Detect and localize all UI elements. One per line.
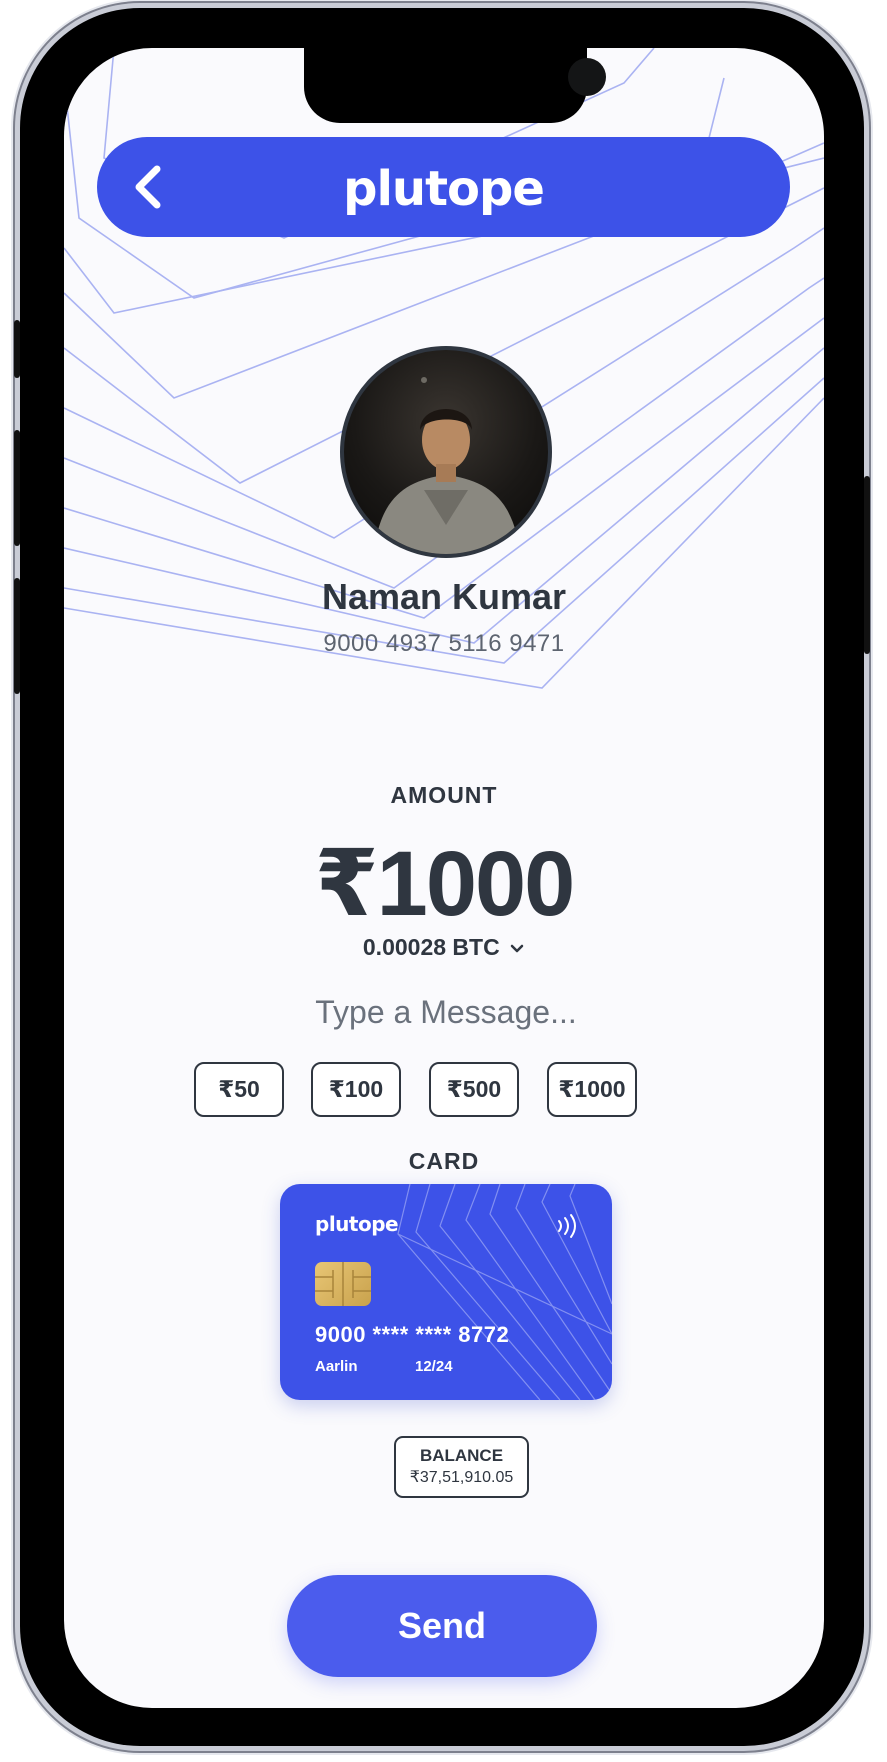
amount-value[interactable]: ₹1000 (64, 830, 824, 937)
contactless-icon (558, 1214, 576, 1238)
send-button[interactable]: Send (287, 1575, 597, 1677)
quick-amount-50[interactable]: ₹50 (194, 1062, 284, 1117)
app-screen: plutope Naman Kumar 9000 4937 5116 9471 … (64, 48, 824, 1708)
message-input[interactable] (194, 986, 698, 1038)
btc-value: 0.00028 BTC (362, 934, 500, 960)
card-label: CARD (408, 1148, 480, 1174)
quick-amount-500[interactable]: ₹500 (429, 1062, 519, 1117)
notch (304, 48, 606, 123)
volume-down-button (14, 578, 20, 694)
btc-conversion-selector[interactable]: 0.00028 BTC (64, 934, 824, 961)
quick-amount-100[interactable]: ₹100 (311, 1062, 401, 1117)
card-expiry: 12/24 (415, 1358, 453, 1375)
payment-card[interactable]: plutope 9000 **** **** 8772 Aarlin 12/24 (280, 1184, 612, 1400)
app-header: plutope (97, 137, 790, 237)
card-holder: Aarlin (315, 1358, 358, 1375)
card-brand: plutope (315, 1212, 399, 1236)
card-number: 9000 **** **** 8772 (315, 1322, 510, 1347)
chevron-down-icon (510, 944, 524, 953)
balance-value: ₹37,51,910.05 (409, 1469, 514, 1486)
power-button (864, 476, 870, 654)
chip-icon (315, 1262, 371, 1306)
phone-frame: plutope Naman Kumar 9000 4937 5116 9471 … (14, 8, 870, 1746)
volume-up-button (14, 430, 20, 546)
recipient-name: Naman Kumar (321, 576, 567, 617)
balance-label: BALANCE (419, 1446, 504, 1465)
avatar (340, 346, 552, 558)
profile-photo (374, 377, 520, 554)
quick-amount-1000[interactable]: ₹1000 (547, 1062, 637, 1117)
silent-switch (14, 320, 20, 378)
balance-box: BALANCE ₹37,51,910.05 (394, 1436, 529, 1498)
front-camera (568, 58, 606, 96)
amount-label: AMOUNT (390, 782, 498, 808)
recipient-number: 9000 4937 5116 9471 (323, 630, 565, 657)
brand-logo: plutope (343, 161, 545, 217)
